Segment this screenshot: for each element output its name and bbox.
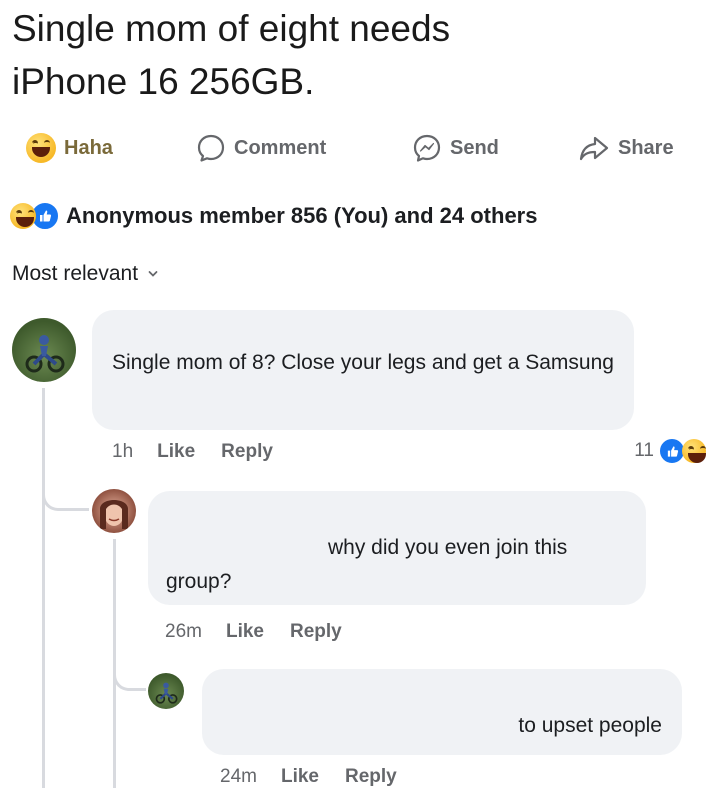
haha-button[interactable]: Haha <box>26 128 113 168</box>
thread-connector <box>113 660 146 691</box>
comment-bubble: Single mom of 8? Close your legs and get… <box>92 310 634 430</box>
like-link[interactable]: Like <box>226 621 264 643</box>
send-label: Send <box>450 136 499 159</box>
chevron-down-icon <box>148 271 158 277</box>
profile-photo <box>100 500 128 529</box>
comment-reaction-count[interactable]: 11 <box>634 436 706 466</box>
post-action-bar: Haha Comment Send Share <box>0 128 716 168</box>
reactions-summary[interactable]: Anonymous member 856 (You) and 24 others <box>10 196 537 236</box>
like-link[interactable]: Like <box>157 441 195 463</box>
reactions-summary-text: Anonymous member 856 (You) and 24 others <box>66 203 538 228</box>
avatar[interactable] <box>12 318 76 382</box>
reply-link[interactable]: Reply <box>221 441 273 463</box>
nested-reply-time[interactable]: 24m <box>220 766 257 788</box>
reply-bubble: why did you even join this group? <box>148 491 646 605</box>
sort-label: Most relevant <box>12 262 139 285</box>
comment-meta: 1h Like Reply <box>112 437 299 467</box>
nested-reply-text: to upset people <box>518 714 662 737</box>
reply-link[interactable]: Reply <box>290 621 342 643</box>
thread-connector <box>42 478 89 511</box>
comment-text: Single mom of 8? Close your legs and get… <box>112 351 614 374</box>
motorbike-rider-image <box>155 682 178 704</box>
comment-time[interactable]: 1h <box>112 441 133 463</box>
reply-text-line-1: why did you even join this <box>328 536 568 559</box>
send-icon <box>413 134 441 162</box>
avatar[interactable] <box>92 489 136 533</box>
sort-dropdown[interactable]: Most relevant <box>12 258 158 290</box>
nested-reply-bubble: to upset people <box>202 669 682 755</box>
post-title-line-1: Single mom of eight needs <box>12 8 451 49</box>
comment-button[interactable]: Comment <box>196 128 326 168</box>
post-title: Single mom of eight needs iPhone 16 256G… <box>12 2 702 108</box>
reaction-count: 11 <box>634 440 654 461</box>
like-link[interactable]: Like <box>281 766 319 788</box>
avatar[interactable] <box>148 673 184 709</box>
share-label: Share <box>618 136 674 159</box>
haha-emoji-icon <box>682 439 706 463</box>
haha-emoji-icon <box>10 203 36 229</box>
haha-emoji-icon <box>26 133 56 163</box>
reaction-icons <box>10 201 60 231</box>
comment-icon <box>197 134 225 162</box>
send-button[interactable]: Send <box>412 128 499 168</box>
post-title-line-2: iPhone 16 256GB. <box>12 61 315 102</box>
share-button[interactable]: Share <box>578 128 674 168</box>
share-icon <box>579 136 609 161</box>
thread-line <box>42 388 45 788</box>
reply-link[interactable]: Reply <box>345 766 397 788</box>
motorbike-rider-image <box>25 335 65 373</box>
reply-meta: 26m Like Reply <box>165 617 368 647</box>
reply-text-line-2: group? <box>166 570 232 593</box>
comment-label: Comment <box>234 136 327 159</box>
reply-time[interactable]: 26m <box>165 621 202 643</box>
haha-label: Haha <box>64 136 113 159</box>
